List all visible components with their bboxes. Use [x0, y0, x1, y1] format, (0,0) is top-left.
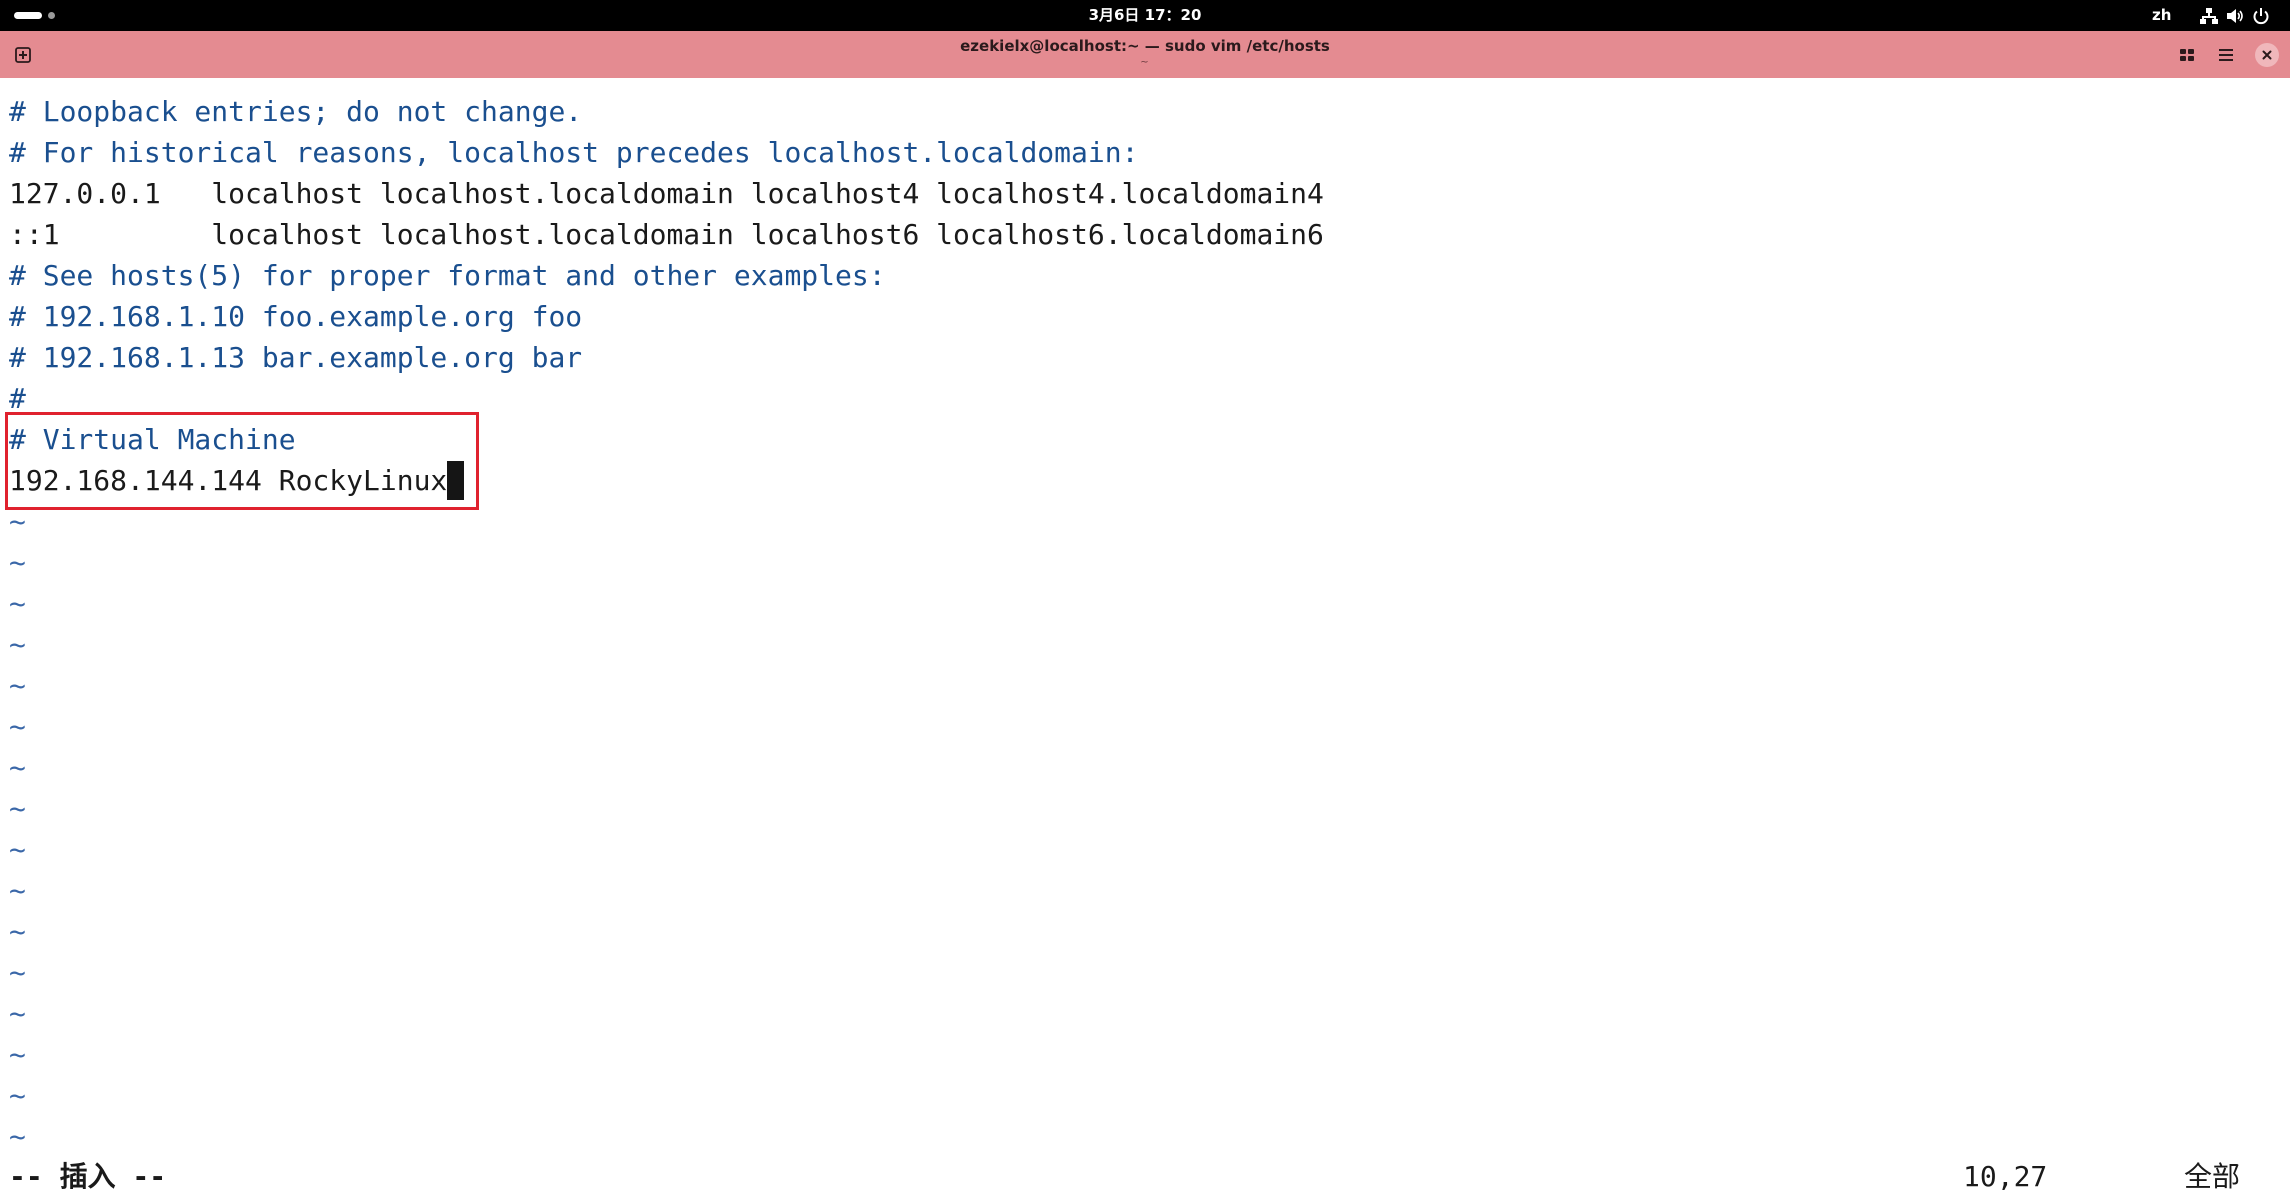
buffer-line[interactable]: # 192.168.1.10 foo.example.org foo	[9, 296, 1324, 337]
empty-line-marker: ~	[9, 833, 26, 866]
vim-mode-indicator: -- 插入 --	[9, 1160, 167, 1193]
empty-line-marker: ~	[9, 997, 26, 1030]
buffer-line-text: 127.0.0.1 localhost localhost.localdomai…	[9, 177, 1324, 210]
buffer-line[interactable]: # For historical reasons, localhost prec…	[9, 132, 1324, 173]
empty-line-marker: ~	[9, 546, 26, 579]
empty-line-marker: ~	[9, 587, 26, 620]
empty-line-marker: ~	[9, 1120, 26, 1153]
empty-line-marker: ~	[9, 505, 26, 538]
volume-icon[interactable]	[2226, 7, 2244, 25]
menu-icon[interactable]	[2215, 44, 2237, 66]
vim-status-line: -- 插入 -- 10,27 全部	[0, 1155, 2290, 1199]
buffer-line-text: ::1 localhost localhost.localdomain loca…	[9, 218, 1324, 251]
buffer-line-text: # Loopback entries; do not change.	[9, 95, 583, 128]
buffer-line-text: # 192.168.1.10 foo.example.org foo	[9, 300, 583, 333]
buffer-line-text: #	[9, 382, 26, 415]
close-icon[interactable]	[2255, 43, 2279, 67]
clock[interactable]: 3月6日 17：20	[0, 0, 2290, 31]
buffer-line[interactable]: # 192.168.1.13 bar.example.org bar	[9, 337, 1324, 378]
empty-line-marker: ~	[9, 628, 26, 661]
tab-overview-icon[interactable]	[2176, 44, 2198, 66]
empty-line-marker: ~	[9, 669, 26, 702]
buffer-line-text: 192.168.144.144 RockyLinux	[9, 464, 448, 497]
window-title: ezekielx@localhost:~ — sudo vim /etc/hos…	[960, 37, 1330, 55]
empty-line-marker: ~	[9, 792, 26, 825]
window-subtitle: ~	[1140, 57, 1150, 68]
empty-line-marker: ~	[9, 710, 26, 743]
terminal-header-bar: ezekielx@localhost:~ — sudo vim /etc/hos…	[0, 31, 2290, 78]
empty-line-marker: ~	[9, 1079, 26, 1112]
buffer-line-text: # Virtual Machine	[9, 423, 296, 456]
buffer-line-text: # For historical reasons, localhost prec…	[9, 136, 1139, 169]
scroll-position: 全部	[2184, 1160, 2241, 1193]
system-top-bar: 3月6日 17：20 zh	[0, 0, 2290, 31]
buffer-line[interactable]: #	[9, 378, 1324, 419]
buffer-line[interactable]: 127.0.0.1 localhost localhost.localdomai…	[9, 173, 1324, 214]
cursor-position: 10,27	[1963, 1160, 2048, 1193]
vim-buffer[interactable]: # Loopback entries; do not change. # For …	[9, 91, 1324, 1157]
text-cursor	[447, 460, 465, 500]
empty-line-marker: ~	[9, 1038, 26, 1071]
buffer-line[interactable]: 192.168.144.144 RockyLinux	[9, 460, 1324, 501]
network-icon[interactable]	[2200, 7, 2218, 25]
buffer-line[interactable]: # Loopback entries; do not change.	[9, 91, 1324, 132]
power-icon[interactable]	[2252, 7, 2270, 25]
empty-line-marker: ~	[9, 956, 26, 989]
empty-line-marker: ~	[9, 874, 26, 907]
empty-line-marker: ~	[9, 751, 26, 784]
empty-line-marker: ~	[9, 915, 26, 948]
buffer-line[interactable]: ::1 localhost localhost.localdomain loca…	[9, 214, 1324, 255]
buffer-line-text: # See hosts(5) for proper format and oth…	[9, 259, 886, 292]
buffer-line[interactable]: # See hosts(5) for proper format and oth…	[9, 255, 1324, 296]
buffer-line[interactable]: # Virtual Machine	[9, 419, 1324, 460]
input-method-indicator[interactable]: zh	[2152, 0, 2171, 31]
buffer-line-text: # 192.168.1.13 bar.example.org bar	[9, 341, 583, 374]
